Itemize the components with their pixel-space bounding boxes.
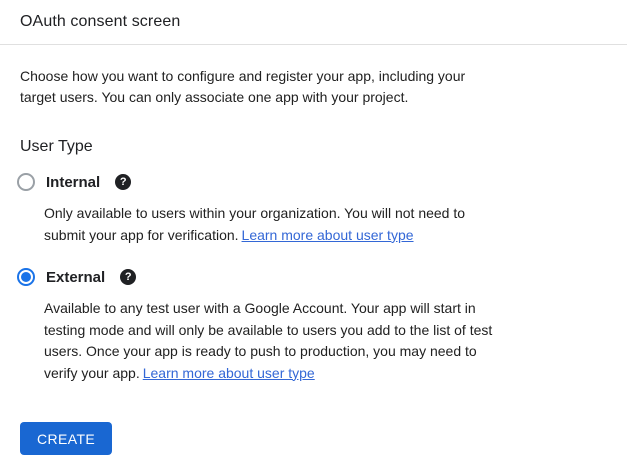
radio-label-internal[interactable]: Internal <box>46 174 100 191</box>
internal-description: Only available to users within your orga… <box>44 203 584 246</box>
radio-button-external[interactable] <box>17 268 35 286</box>
radio-option-external[interactable]: External ? <box>17 268 607 286</box>
create-button[interactable]: CREATE <box>20 422 112 455</box>
external-description: Available to any test user with a Google… <box>44 298 584 384</box>
learn-more-link-external[interactable]: Learn more about user type <box>143 365 315 381</box>
page-header: OAuth consent screen <box>0 0 627 45</box>
help-icon[interactable]: ? <box>120 269 136 285</box>
main-content: Choose how you want to configure and reg… <box>0 66 627 455</box>
radio-selected-dot <box>21 272 31 282</box>
user-type-heading: User Type <box>20 138 607 156</box>
intro-text: Choose how you want to configure and reg… <box>20 66 607 108</box>
radio-option-internal[interactable]: Internal ? <box>17 173 607 191</box>
radio-button-internal[interactable] <box>17 173 35 191</box>
page-title: OAuth consent screen <box>20 13 180 31</box>
oauth-consent-page: OAuth consent screen Choose how you want… <box>0 0 627 460</box>
help-icon[interactable]: ? <box>115 174 131 190</box>
radio-label-external[interactable]: External <box>46 269 105 286</box>
learn-more-link-internal[interactable]: Learn more about user type <box>242 227 414 243</box>
